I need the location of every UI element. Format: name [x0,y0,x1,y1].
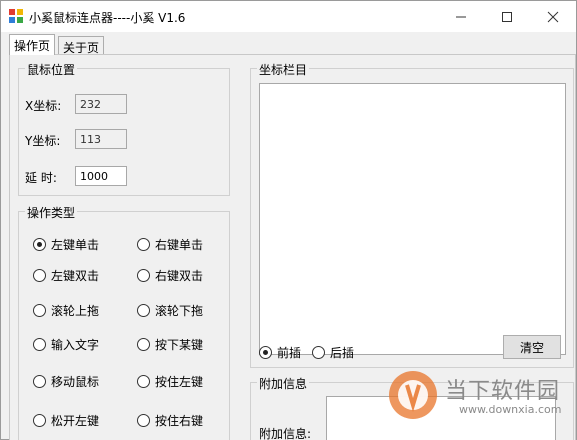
radio-right-click[interactable]: 右键单击 [137,236,203,253]
radio-right-double-click[interactable]: 右键双击 [137,267,203,284]
window-title: 小奚鼠标连点器----小奚 V1.6 [29,11,186,25]
watermark: 当下软件园 www.downxia.com [381,363,577,440]
radio-insert-after[interactable]: 后插 [312,344,354,361]
maximize-button[interactable] [484,1,530,32]
radio-label: 松开左键 [51,414,100,428]
radio-label: 按住左键 [155,375,204,389]
y-coord-label: Y坐标: [25,134,61,148]
coordinate-list[interactable] [259,83,566,355]
radio-indicator [33,304,46,317]
radio-indicator [33,375,46,388]
tab-operation[interactable]: 操作页 [9,34,56,55]
radio-label: 输入文字 [51,338,100,352]
coordinate-bar-group: 坐标栏目 [250,61,574,368]
app-window: 小奚鼠标连点器----小奚 V1.6 操作页 关于页 鼠标位置 X坐标: 232… [0,0,577,440]
radio-indicator [137,269,150,282]
radio-indicator [33,269,46,282]
close-icon [547,11,559,22]
radio-indicator [137,338,150,351]
y-coord-field: 113 [75,129,127,149]
radio-label: 右键单击 [155,238,204,252]
radio-indicator [33,414,46,427]
radio-insert-before[interactable]: 前插 [259,344,301,361]
radio-indicator [33,338,46,351]
radio-hold-left[interactable]: 按住左键 [137,373,203,390]
radio-label: 按下某键 [155,338,204,352]
watermark-brand: 当下软件园 [445,379,561,404]
close-button[interactable] [530,1,576,32]
watermark-logo-icon [389,371,437,419]
clear-button[interactable]: 清空 [503,335,561,359]
app-icon [9,9,23,23]
extra-info-label: 附加信息: [259,427,312,440]
radio-indicator [137,414,150,427]
tab-about[interactable]: 关于页 [58,36,105,55]
radio-wheel-up[interactable]: 滚轮上拖 [33,302,99,319]
radio-label: 按住右键 [155,414,204,428]
radio-input-text[interactable]: 输入文字 [33,336,99,353]
radio-indicator [137,304,150,317]
radio-label: 右键双击 [155,269,204,283]
mouse-position-group: 鼠标位置 X坐标: 232 Y坐标: 113 延 时: 1000 [18,61,230,196]
radio-press-key[interactable]: 按下某键 [137,336,203,353]
maximize-icon [502,11,512,22]
title-bar[interactable]: 小奚鼠标连点器----小奚 V1.6 [1,1,576,32]
group-title: 鼠标位置 [25,61,78,78]
x-coord-field: 232 [75,94,127,114]
radio-wheel-down[interactable]: 滚轮下拖 [137,302,203,319]
radio-move-mouse[interactable]: 移动鼠标 [33,373,99,390]
minimize-icon [456,16,466,17]
radio-label: 左键双击 [51,269,100,283]
minimize-button[interactable] [438,1,484,32]
radio-hold-right[interactable]: 按住右键 [137,412,203,429]
operation-type-group: 操作类型 左键单击 右键单击 左键双击 右键双击 滚轮上拖 滚轮下拖 输入文字 … [18,204,230,440]
delay-input[interactable]: 1000 [75,166,127,186]
radio-label: 滚轮上拖 [51,304,100,318]
radio-indicator [33,238,46,251]
radio-label: 左键单击 [51,238,100,252]
radio-label: 前插 [277,346,302,360]
radio-left-click[interactable]: 左键单击 [33,236,99,253]
watermark-url: www.downxia.com [459,403,562,416]
radio-release-left[interactable]: 松开左键 [33,412,99,429]
group-title: 操作类型 [25,204,78,221]
group-title: 坐标栏目 [257,61,310,78]
x-coord-label: X坐标: [25,99,62,113]
radio-indicator [137,375,150,388]
radio-label: 滚轮下拖 [155,304,204,318]
radio-label: 移动鼠标 [51,375,100,389]
radio-indicator [137,238,150,251]
radio-label: 后插 [330,346,355,360]
radio-indicator [312,346,325,359]
radio-indicator [259,346,272,359]
group-title: 附加信息 [257,375,310,392]
delay-label: 延 时: [25,171,57,185]
radio-left-double-click[interactable]: 左键双击 [33,267,99,284]
